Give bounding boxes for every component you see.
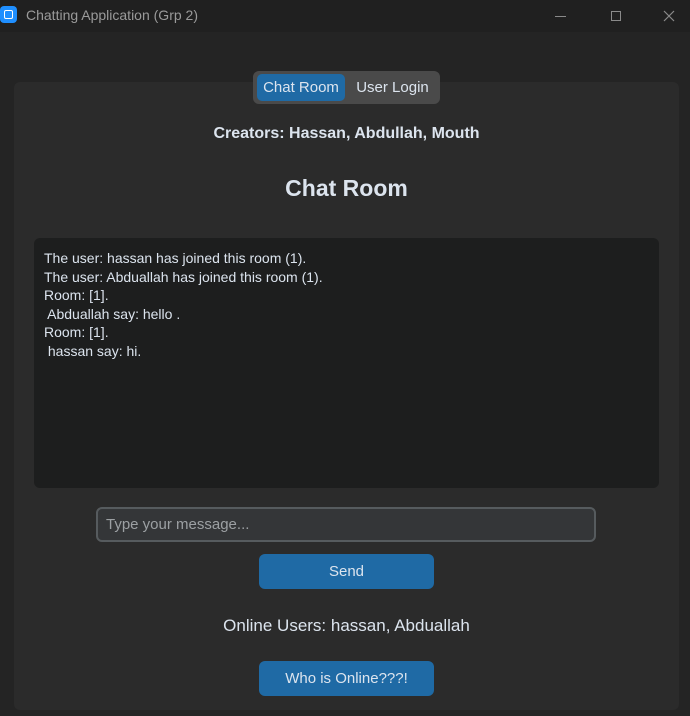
chat-message: Abduallah say: hello . (44, 305, 181, 322)
tab-user-login[interactable]: User Login (349, 74, 436, 101)
creators-label: Creators: Hassan, Abdullah, Mouth (213, 125, 480, 142)
minimize-button[interactable] (537, 0, 583, 32)
chat-message: Room: [1]. (44, 324, 109, 340)
page-title: Chat Room (285, 175, 408, 201)
send-button[interactable]: Send (259, 554, 434, 589)
close-button[interactable] (646, 0, 690, 32)
tab-chat-room[interactable]: Chat Room (257, 74, 345, 101)
chat-log[interactable]: The user: hassan has joined this room (1… (34, 238, 659, 488)
chat-message: The user: hassan has joined this room (1… (44, 250, 307, 266)
who-is-online-button[interactable]: Who is Online???! (259, 661, 434, 696)
title-bar: Chatting Application (Grp 2) (0, 0, 690, 32)
chat-message: hassan say: hi. (44, 342, 142, 359)
online-users-label: Online Users: hassan, Abduallah (223, 616, 470, 635)
message-input[interactable] (96, 507, 596, 542)
chat-message: The user: Abduallah has joined this room… (44, 268, 323, 285)
close-icon (663, 10, 675, 22)
window-title: Chatting Application (Grp 2) (26, 7, 198, 23)
maximize-icon (611, 11, 621, 21)
minimize-icon (554, 15, 566, 17)
app-icon (0, 6, 17, 23)
maximize-button[interactable] (593, 0, 639, 32)
chat-message: Room: [1]. (44, 287, 109, 303)
tab-selector: Chat Room User Login (253, 71, 440, 104)
